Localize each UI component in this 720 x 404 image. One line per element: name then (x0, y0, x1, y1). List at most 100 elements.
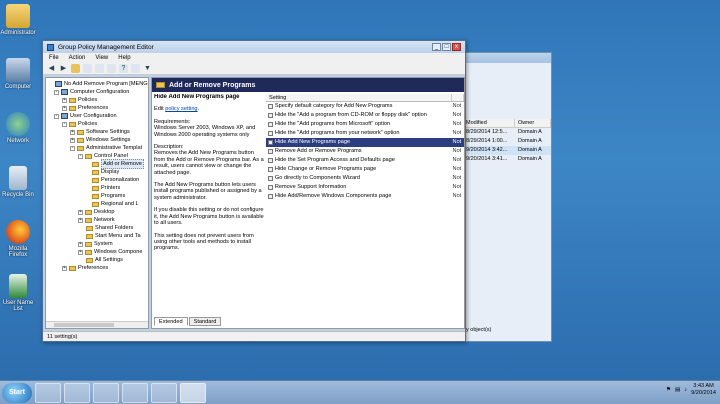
tree-node-network[interactable]: + Network (78, 216, 115, 224)
tree-node-regional[interactable]: Regional and L (92, 200, 139, 208)
tree-node-printers[interactable]: Printers (92, 184, 120, 192)
tree-node-personalization[interactable]: Personalization (92, 176, 139, 184)
setting-row[interactable]: Go directly to Components Wizard Not (266, 174, 464, 183)
taskbar-server-manager-button[interactable] (35, 382, 61, 403)
taskbar-folder-button[interactable] (151, 382, 177, 403)
network-tray-icon[interactable]: ▤ (675, 387, 680, 393)
expand-toggle-icon[interactable]: + (70, 129, 75, 135)
minimize-button[interactable]: _ (432, 43, 441, 51)
setting-row[interactable]: Hide the Set Program Access and Defaults… (266, 156, 464, 165)
tree-node-policies[interactable]: + Policies (62, 96, 97, 104)
expand-toggle-icon[interactable]: + (62, 97, 67, 103)
desktop-icon-firefox[interactable]: Mozilla Firefox (0, 220, 36, 258)
setting-row[interactable]: Remove Add or Remove Programs Not (266, 147, 464, 156)
forward-icon[interactable]: ▶ (59, 64, 68, 73)
export-icon[interactable] (95, 64, 104, 73)
tree-node-all-settings[interactable]: All Settings (86, 256, 123, 264)
up-folder-icon[interactable] (71, 64, 80, 73)
tree-node-shared-folders[interactable]: Shared Folders (86, 224, 133, 232)
tab-extended[interactable]: Extended (154, 317, 188, 326)
collapse-toggle-icon[interactable]: - (62, 121, 67, 127)
taskbar-gpme-button[interactable] (180, 382, 206, 403)
scrollbar-thumb[interactable] (54, 323, 114, 327)
list-item[interactable]: 8/29/2014 1:00... Domain A (463, 137, 551, 146)
filter-icon[interactable]: ▼ (143, 64, 152, 73)
column-setting[interactable]: Setting (266, 94, 452, 101)
expand-toggle-icon[interactable]: + (78, 241, 83, 247)
expand-toggle-icon[interactable]: + (62, 105, 67, 111)
tree-node-windows-components[interactable]: + Windows Compone (78, 248, 143, 256)
flag-icon[interactable]: ⚑ (666, 387, 671, 393)
collapse-toggle-icon[interactable]: - (54, 89, 59, 95)
tree-node-preferences[interactable]: + Preferences (62, 264, 108, 272)
refresh-icon[interactable] (107, 64, 116, 73)
setting-row[interactable]: Specify default category for Add New Pro… (266, 102, 464, 111)
properties-icon[interactable] (131, 64, 140, 73)
tab-standard[interactable]: Standard (188, 317, 222, 326)
tree-node-add-or-remove[interactable]: Add or Remove (92, 159, 144, 169)
tree-node-desktop[interactable]: + Desktop (78, 208, 115, 216)
expand-toggle-icon[interactable]: + (62, 265, 67, 271)
tree-node-windows-settings[interactable]: + Windows Settings (70, 136, 130, 144)
navigation-tree[interactable]: No Add Remove Program [MENGSR - Computer … (45, 77, 149, 329)
tree-node-computer-configuration[interactable]: - Computer Configuration (54, 88, 129, 96)
tree-node-software-settings[interactable]: + Software Settings (70, 128, 130, 136)
gpme-window[interactable]: Group Policy Management Editor _ □ x Fil… (42, 40, 466, 342)
desktop-icon-administrator[interactable]: Administrator (0, 4, 36, 36)
tree-node-display[interactable]: Display (92, 168, 119, 176)
tree-node-policies[interactable]: - Policies (62, 120, 97, 128)
setting-row[interactable]: Hide the "Add programs from Microsoft" o… (266, 120, 464, 129)
list-item[interactable]: 8/29/2014 12:5... Domain A (463, 128, 551, 137)
desktop-icon-computer[interactable]: Computer (0, 58, 36, 90)
show-tree-icon[interactable] (83, 64, 92, 73)
tree-node-user-configuration[interactable]: - User Configuration (54, 112, 117, 120)
setting-row[interactable]: Hide the "Add programs from your network… (266, 129, 464, 138)
setting-row[interactable]: Hide Add/Remove Windows Components page N… (266, 192, 464, 201)
clock[interactable]: 3:43 AM 9/20/2014 (691, 383, 716, 397)
start-button[interactable]: Start (2, 382, 32, 403)
close-button[interactable]: x (452, 43, 461, 51)
edit-policy-link[interactable]: policy setting (165, 106, 197, 112)
menu-help[interactable]: Help (118, 55, 130, 61)
menu-file[interactable]: File (49, 55, 59, 61)
desktop-icon-recycle-bin[interactable]: Recycle Bin (0, 166, 36, 198)
collapse-toggle-icon[interactable]: - (70, 145, 75, 151)
horizontal-scrollbar[interactable] (46, 321, 148, 328)
tree-node-preferences[interactable]: + Preferences (62, 104, 108, 112)
tree-node-administrative-templates[interactable]: - Administrative Templat (70, 144, 142, 152)
expand-toggle-icon[interactable]: + (78, 217, 83, 223)
back-icon[interactable]: ◀ (47, 64, 56, 73)
desktop-icon-network[interactable]: Network (0, 112, 36, 144)
volume-icon[interactable]: ♪ (684, 387, 687, 393)
window-titlebar[interactable]: Group Policy Management Editor (43, 41, 465, 53)
menu-view[interactable]: View (95, 55, 108, 61)
help-icon[interactable]: ? (119, 64, 128, 73)
tree-node-system[interactable]: + System (78, 240, 113, 248)
list-item[interactable]: 9/20/2014 3:41... Domain A (463, 155, 551, 164)
expand-toggle-icon[interactable]: + (78, 209, 83, 215)
taskbar-explorer-button[interactable] (64, 382, 90, 403)
menu-action[interactable]: Action (69, 55, 86, 61)
column-owner[interactable]: Owner (515, 119, 551, 127)
background-window-titlebar[interactable] (463, 53, 551, 63)
setting-row[interactable]: Remove Support Information Not (266, 183, 464, 192)
desktop-icon-user-name-list[interactable]: User Name List (0, 274, 36, 312)
setting-row[interactable]: Hide Change or Remove Programs page Not (266, 165, 464, 174)
collapse-toggle-icon[interactable]: - (54, 113, 59, 119)
maximize-button[interactable]: □ (442, 43, 451, 51)
expand-toggle-icon[interactable]: + (70, 137, 75, 143)
taskbar-cmd-button[interactable] (122, 382, 148, 403)
column-modified[interactable]: Modified (463, 119, 515, 127)
tree-node-start-menu[interactable]: Start Menu and Ta (86, 232, 141, 240)
collapse-toggle-icon[interactable]: - (78, 153, 83, 159)
background-window[interactable]: Modified Owner 8/29/2014 12:5... Domain A… (462, 52, 552, 342)
settings-list[interactable]: Setting Specify default category for Add… (266, 94, 464, 312)
tree-node-programs[interactable]: Programs (92, 192, 125, 200)
setting-row-selected[interactable]: Hide Add New Programs page Not (266, 138, 464, 147)
expand-toggle-icon[interactable]: + (78, 249, 83, 255)
list-item[interactable]: 9/20/2014 3:42... Domain A (463, 146, 551, 155)
setting-row[interactable]: Hide the "Add a program from CD-ROM or f… (266, 111, 464, 120)
taskbar-firefox-button[interactable] (93, 382, 119, 403)
tree-node-root[interactable]: No Add Remove Program [MENGSR (48, 80, 148, 88)
column-state[interactable] (452, 94, 464, 101)
